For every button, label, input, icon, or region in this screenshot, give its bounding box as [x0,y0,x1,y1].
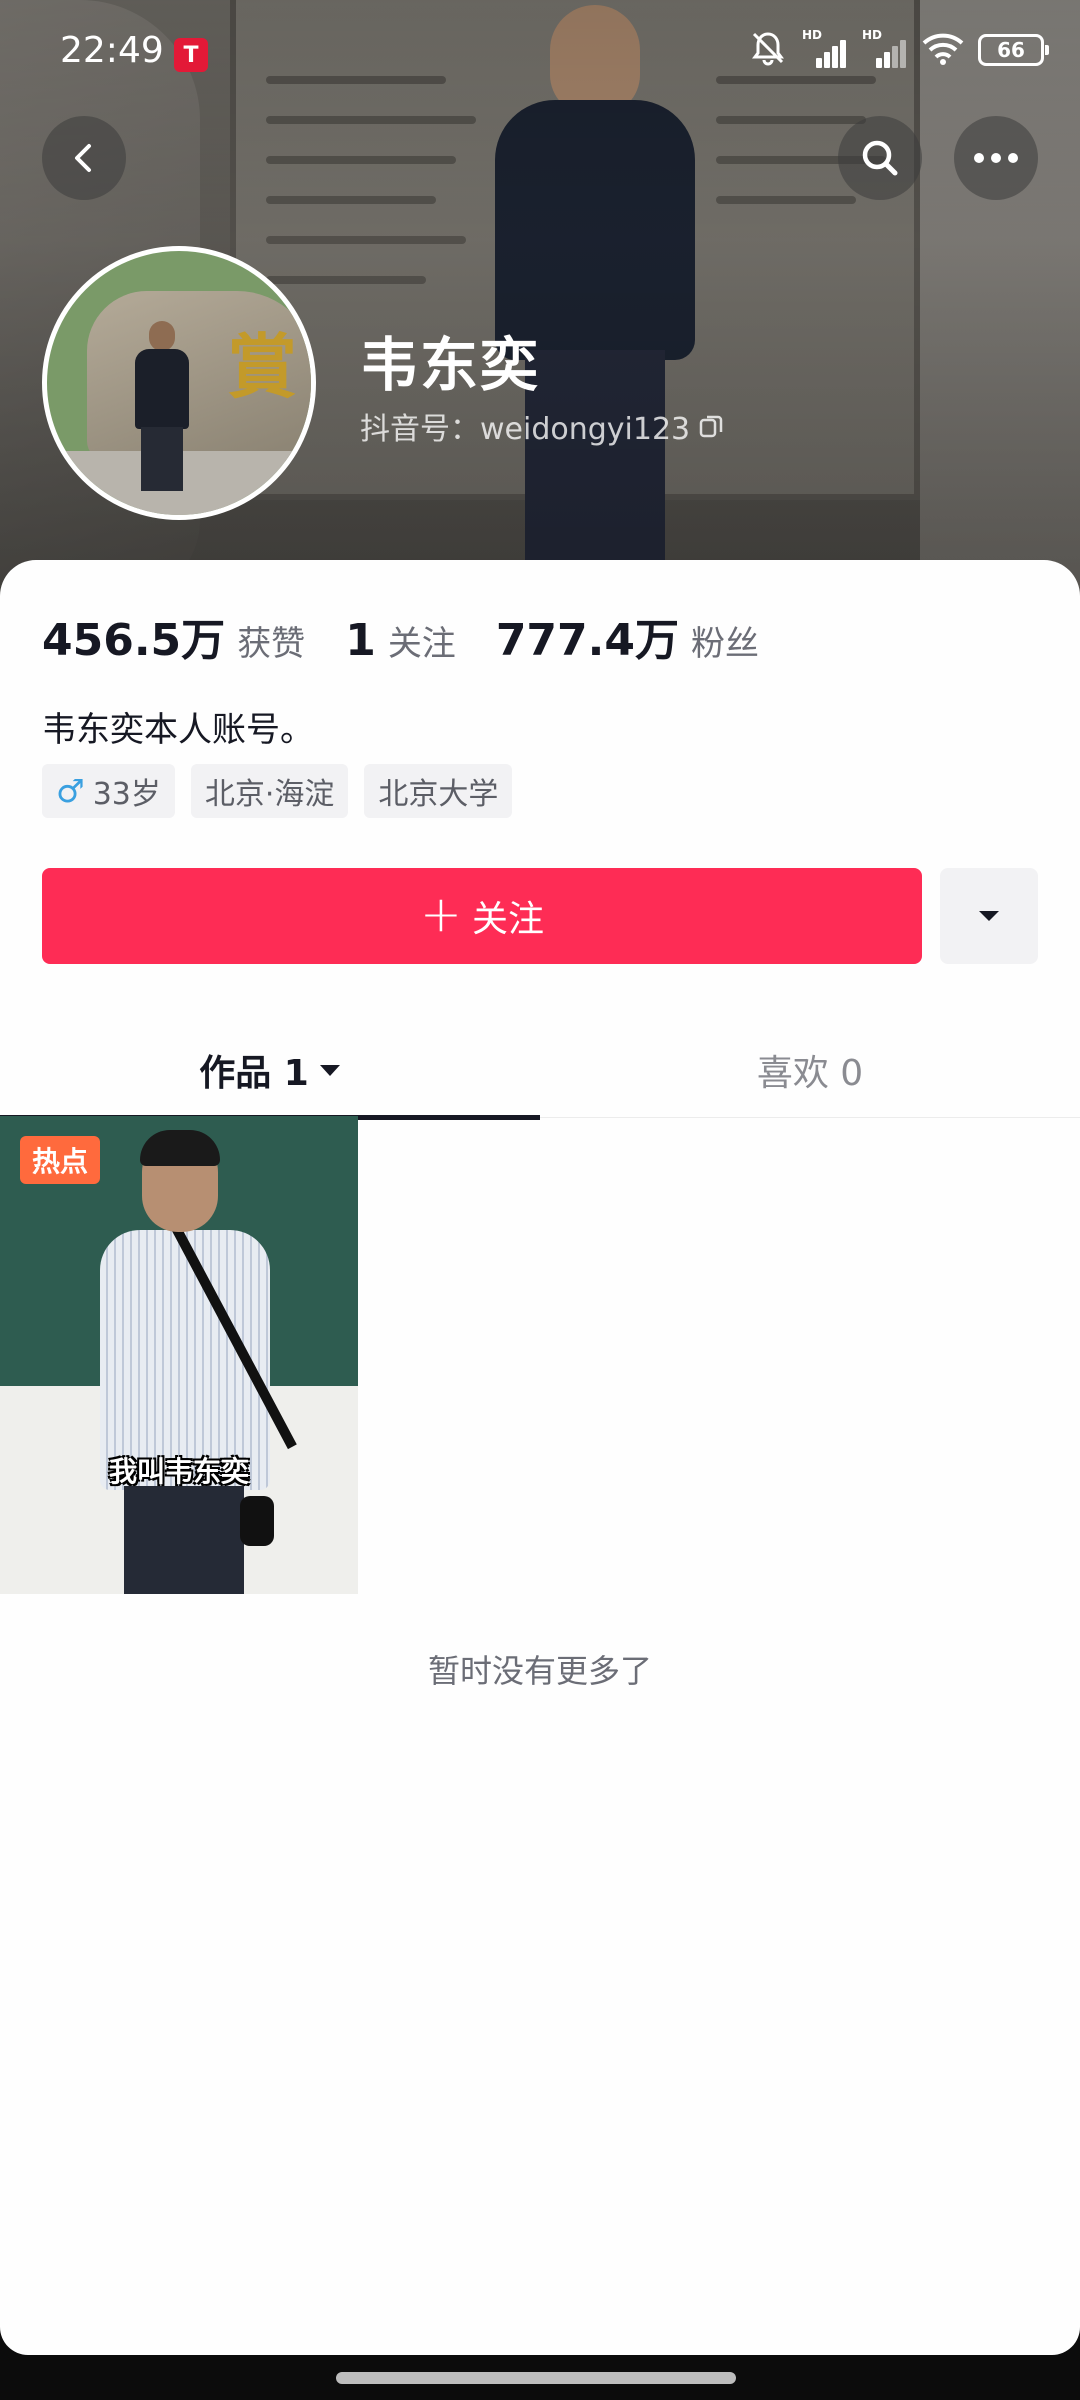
stat-followers-label: 粉丝 [691,624,759,664]
tag-gender-age: ♂ 33岁 [42,764,175,818]
tab-likes[interactable]: 喜欢 0 [540,1022,1080,1118]
screen: 22:49 T HD HD 66 賞 韦东奕 抖音号：weidongyi123 … [0,0,1080,2400]
tag-school[interactable]: 北京大学 [364,764,513,818]
tab-bar: 作品 1 喜欢 0 [0,1022,1080,1120]
tesla-app-icon: T [174,38,208,72]
stats-row: 456.5万 获赞 1 关注 777.4万 粉丝 [42,604,799,668]
more-button[interactable] [954,116,1038,200]
stat-likes[interactable]: 456.5万 获赞 [42,604,305,668]
profile-name: 韦东奕 [360,331,541,399]
profile-tags: ♂ 33岁 北京·海淀 北京大学 [42,764,513,818]
male-icon: ♂ [56,772,85,810]
caret-down-icon [319,1065,340,1076]
tab-works-label: 作品 1 [199,1053,309,1094]
chevron-left-icon [75,144,91,172]
home-indicator[interactable] [336,2372,736,2384]
stat-following-label: 关注 [387,624,456,664]
more-icon [974,153,1018,163]
follow-button[interactable]: + 关注 [42,868,922,964]
avatar[interactable]: 賞 [42,246,316,520]
signal-sim2-icon: HD [862,28,908,68]
no-more-text: 暂时没有更多了 [427,1652,652,1690]
douyin-id[interactable]: 抖音号：weidongyi123 [360,404,724,448]
recommend-dropdown-button[interactable] [940,868,1038,964]
follow-button-label: 关注 [471,899,544,940]
stat-likes-value: 456.5万 [42,615,226,666]
search-icon [862,140,898,176]
stat-followers-value: 777.4万 [495,615,679,666]
tag-age-text: 33岁 [92,777,161,812]
caret-down-icon [979,911,999,921]
bio: 韦东奕本人账号。 [42,710,314,750]
copy-icon[interactable] [698,413,724,439]
battery-icon: 66 [978,34,1049,66]
douyin-id-text: 抖音号：weidongyi123 [360,412,691,447]
stat-following-value: 1 [345,615,376,666]
status-icons: HD HD 66 [748,28,1049,72]
search-button[interactable] [838,116,922,200]
hot-badge: 热点 [20,1136,101,1184]
stat-followers[interactable]: 777.4万 粉丝 [496,604,759,668]
video-thumbnail[interactable]: 热点 我叫韦东奕 [0,1116,358,1594]
back-button[interactable] [42,116,126,200]
status-time: 22:49 [60,30,164,71]
tab-works[interactable]: 作品 1 [0,1022,540,1120]
profile-content: 456.5万 获赞 1 关注 777.4万 粉丝 韦东奕本人账号。 ♂ 33岁 … [0,560,1080,2355]
stat-likes-label: 获赞 [237,624,306,664]
mute-icon [748,28,788,72]
wifi-icon [922,31,964,69]
status-bar: 22:49 T HD HD 66 [0,0,1080,100]
stat-following[interactable]: 1 关注 [345,615,456,666]
plus-icon: + [420,885,462,943]
video-caption: 我叫韦东奕 [108,1455,249,1488]
signal-sim1-icon: HD [802,28,848,68]
tag-location[interactable]: 北京·海淀 [190,764,349,818]
